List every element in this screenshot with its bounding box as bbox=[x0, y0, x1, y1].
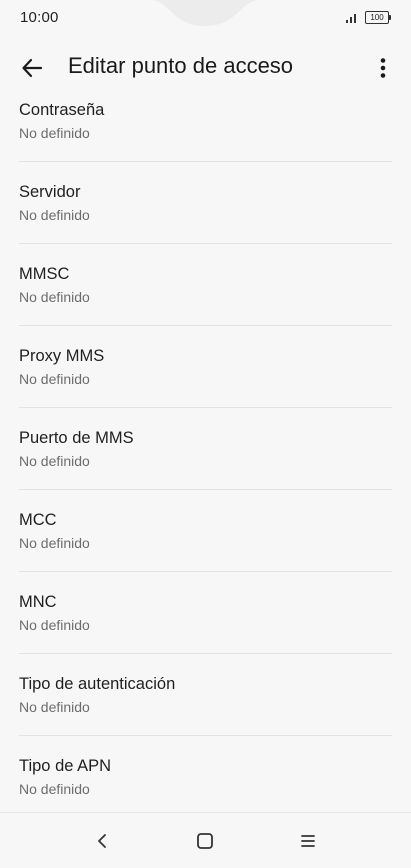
setting-label: MMSC bbox=[19, 265, 70, 283]
camera-notch bbox=[150, 0, 260, 26]
square-home-icon bbox=[197, 833, 213, 849]
setting-mms-port[interactable]: Puerto de MMS No definido bbox=[19, 408, 392, 489]
status-icons: 100 bbox=[345, 11, 391, 24]
setting-value: No definido bbox=[19, 699, 90, 715]
more-vert-icon bbox=[380, 58, 386, 78]
setting-label: Servidor bbox=[19, 183, 81, 201]
setting-value: No definido bbox=[19, 617, 90, 633]
setting-mmsc[interactable]: MMSC No definido bbox=[19, 244, 392, 325]
navigation-bar bbox=[0, 812, 411, 868]
setting-value: No definido bbox=[19, 535, 90, 551]
setting-value: No definido bbox=[19, 371, 90, 387]
setting-value: No definido bbox=[19, 125, 90, 141]
setting-value: No definido bbox=[19, 289, 90, 305]
setting-value: No definido bbox=[19, 453, 90, 469]
setting-label: MNC bbox=[19, 593, 57, 611]
setting-password[interactable]: Contraseña No definido bbox=[19, 90, 392, 161]
menu-lines-icon bbox=[301, 835, 315, 847]
nav-back-button[interactable] bbox=[86, 825, 118, 857]
setting-mms-proxy[interactable]: Proxy MMS No definido bbox=[19, 326, 392, 407]
setting-label: Tipo de autenticación bbox=[19, 675, 176, 693]
setting-value: No definido bbox=[19, 207, 90, 223]
setting-mnc[interactable]: MNC No definido bbox=[19, 572, 392, 653]
page-title: Editar punto de acceso bbox=[68, 53, 294, 78]
screen: 10:00 100 Editar punto de acceso Contras… bbox=[0, 0, 411, 868]
setting-label: Proxy MMS bbox=[19, 347, 105, 365]
more-options-button[interactable] bbox=[367, 50, 399, 86]
nav-recents-button[interactable] bbox=[292, 825, 324, 857]
back-button[interactable] bbox=[14, 50, 50, 86]
chevron-left-icon bbox=[98, 834, 106, 848]
setting-label: MCC bbox=[19, 511, 57, 529]
settings-list: Contraseña No definido Servidor No defin… bbox=[0, 90, 411, 817]
battery-icon: 100 bbox=[365, 11, 391, 24]
setting-server[interactable]: Servidor No definido bbox=[19, 162, 392, 243]
signal-icon bbox=[346, 14, 356, 23]
status-time: 10:00 bbox=[20, 9, 59, 26]
app-bar: Editar punto de acceso bbox=[0, 44, 411, 90]
status-bar: 10:00 100 bbox=[0, 0, 411, 36]
setting-auth-type[interactable]: Tipo de autenticación No definido bbox=[19, 654, 392, 735]
setting-apn-type[interactable]: Tipo de APN No definido bbox=[19, 736, 392, 817]
arrow-back-icon bbox=[22, 58, 43, 78]
setting-label: Puerto de MMS bbox=[19, 429, 134, 447]
setting-mcc[interactable]: MCC No definido bbox=[19, 490, 392, 571]
setting-value: No definido bbox=[19, 781, 90, 797]
setting-label: Contraseña bbox=[19, 101, 105, 119]
nav-home-button[interactable] bbox=[189, 825, 221, 857]
setting-label: Tipo de APN bbox=[19, 757, 112, 775]
